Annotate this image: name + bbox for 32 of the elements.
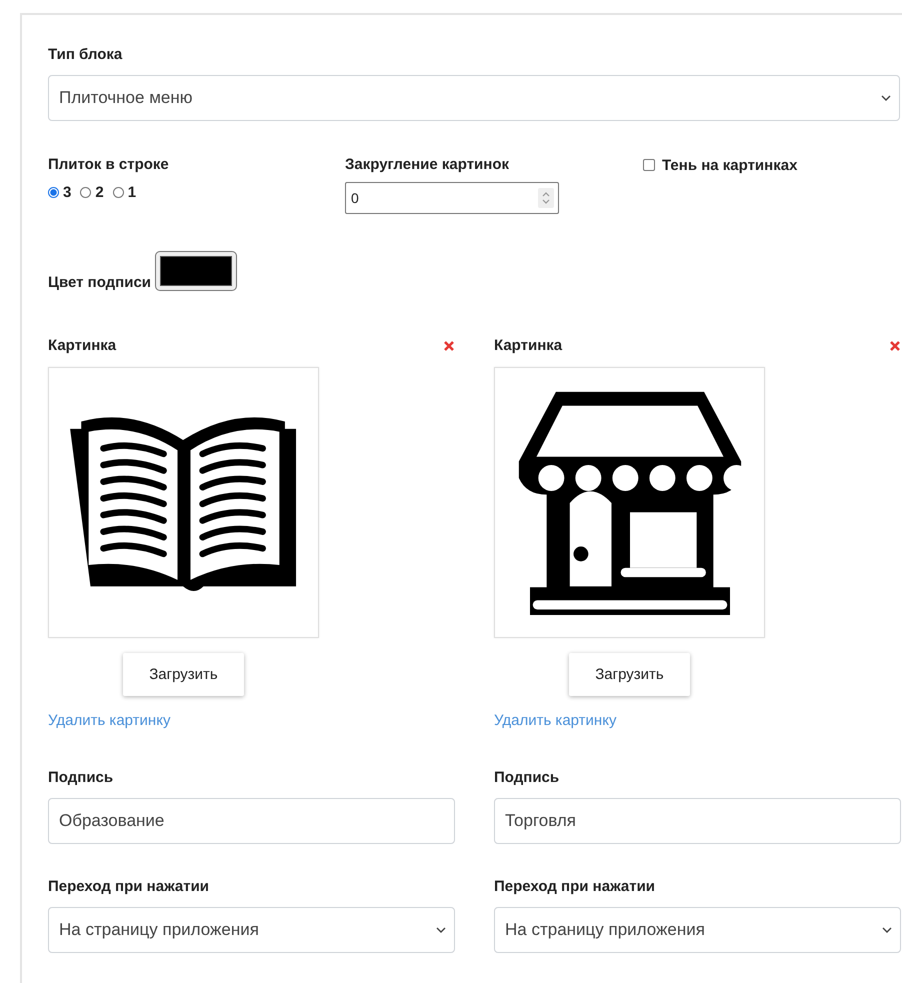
field-label: Картинка [48, 337, 116, 354]
caret-icon [881, 95, 891, 101]
close-icon[interactable] [889, 340, 901, 352]
field-label: Подпись [48, 769, 114, 786]
radio-button[interactable] [112, 187, 124, 198]
checkbox-label: Тень на картинках [662, 156, 798, 174]
field-label: Плиток в строке [48, 156, 170, 173]
caret-icon [882, 927, 892, 933]
caret-icon [436, 927, 446, 933]
field-label: Тип блока [48, 46, 124, 63]
caption-input[interactable]: Образование [48, 798, 455, 844]
field-label: Переход при нажатии [48, 878, 210, 895]
field-label: Подпись [494, 769, 560, 786]
radio-label: 3 [63, 184, 72, 201]
field-label: Картинка [494, 337, 562, 354]
upload-button[interactable]: Загрузить [123, 653, 244, 696]
field-label: Цвет подписи [48, 274, 152, 291]
action-select[interactable]: На страницу приложения [48, 907, 455, 953]
field-label: Закругление картинок [345, 156, 510, 173]
number-field[interactable]: 0 [345, 182, 559, 214]
checkbox[interactable] [643, 159, 655, 171]
close-icon[interactable] [443, 340, 455, 352]
radio-button[interactable] [48, 187, 59, 198]
upload-button[interactable]: Загрузить [569, 653, 690, 696]
block-type-select[interactable]: Плиточное меню [48, 75, 900, 121]
radio-label: 1 [128, 184, 136, 201]
field-label: Переход при нажатии [494, 878, 656, 895]
radio-label: 2 [95, 184, 104, 201]
caption-input[interactable]: Торговля [494, 798, 901, 844]
action-select[interactable]: На страницу приложения [494, 907, 901, 953]
spinner-icon[interactable] [538, 188, 554, 208]
radio-button[interactable] [80, 187, 92, 198]
